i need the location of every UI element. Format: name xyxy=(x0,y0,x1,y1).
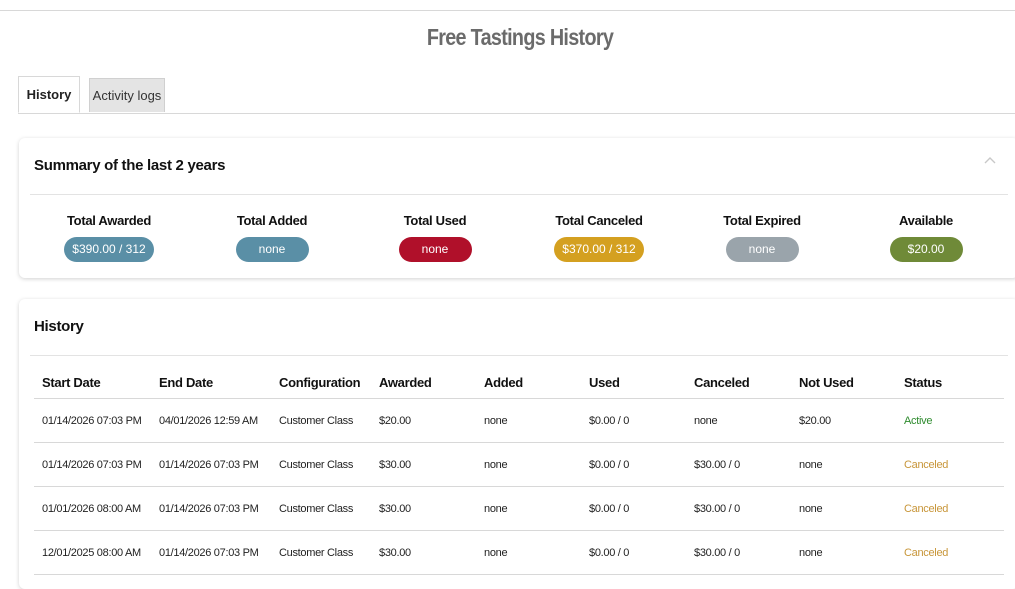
status-badge: Canceled xyxy=(896,442,1004,487)
cell-awarded: $30.00 xyxy=(371,530,476,575)
summary-title: Summary of the last 2 years xyxy=(34,157,226,174)
stat-badge: $20.00 xyxy=(889,237,963,262)
status-badge: Canceled xyxy=(896,486,1004,531)
stat-label: Total Used xyxy=(403,213,467,228)
summary-divider xyxy=(30,194,1008,195)
stat-total-used: Total Used none xyxy=(370,213,500,262)
cell-used: $0.00 / 0 xyxy=(581,530,686,575)
cell-not-used: none xyxy=(791,442,896,487)
stat-label: Total Expired xyxy=(723,213,801,228)
table-row: 01/14/2026 07:03 PM 01/14/2026 07:03 PM … xyxy=(34,442,1004,487)
cell-canceled: $30.00 / 0 xyxy=(686,442,791,487)
history-card: History Start Date End Date Configuratio… xyxy=(19,299,1015,589)
cell-used: $0.00 / 0 xyxy=(581,442,686,487)
stat-badge: none xyxy=(398,237,472,262)
col-configuration[interactable]: Configuration xyxy=(271,367,371,399)
cell-awarded: $20.00 xyxy=(371,398,476,443)
cell-start-date: 01/01/2026 08:00 AM xyxy=(34,486,151,531)
top-divider xyxy=(0,10,1015,11)
cell-canceled: $30.00 / 0 xyxy=(686,486,791,531)
stat-label: Total Awarded xyxy=(67,213,151,228)
col-start-date[interactable]: Start Date xyxy=(34,367,151,399)
stat-total-added: Total Added none xyxy=(207,213,337,262)
cell-canceled: none xyxy=(686,398,791,443)
cell-awarded: $30.00 xyxy=(371,442,476,487)
history-divider xyxy=(30,355,1008,356)
stat-total-awarded: Total Awarded $390.00 / 312 xyxy=(44,213,174,262)
chevron-up-icon[interactable] xyxy=(983,154,997,168)
history-title: History xyxy=(34,318,84,335)
col-status[interactable]: Status xyxy=(896,367,1004,399)
cell-added: none xyxy=(476,486,581,531)
stat-label: Total Added xyxy=(236,213,308,228)
page-title: Free Tastings History xyxy=(426,24,614,50)
tab-activity-logs[interactable]: Activity logs xyxy=(89,78,165,112)
cell-used: $0.00 / 0 xyxy=(581,486,686,531)
cell-configuration: Customer Class xyxy=(271,486,371,531)
table-row: 12/01/2025 08:00 AM 01/14/2026 07:03 PM … xyxy=(34,530,1004,575)
cell-end-date: 01/14/2026 07:03 PM xyxy=(151,486,271,531)
cell-not-used: none xyxy=(791,486,896,531)
col-canceled[interactable]: Canceled xyxy=(686,367,791,399)
cell-configuration: Customer Class xyxy=(271,530,371,575)
stat-badge: none xyxy=(725,237,799,262)
tab-bar: History Activity logs xyxy=(18,76,1015,114)
table-row: 01/14/2026 07:03 PM 04/01/2026 12:59 AM … xyxy=(34,398,1004,443)
stat-badge: none xyxy=(235,237,309,262)
cell-start-date: 12/01/2025 08:00 AM xyxy=(34,530,151,575)
col-awarded[interactable]: Awarded xyxy=(371,367,476,399)
col-end-date[interactable]: End Date xyxy=(151,367,271,399)
cell-not-used: none xyxy=(791,530,896,575)
cell-end-date: 01/14/2026 07:03 PM xyxy=(151,530,271,575)
cell-configuration: Customer Class xyxy=(271,442,371,487)
stat-total-expired: Total Expired none xyxy=(697,213,827,262)
cell-added: none xyxy=(476,442,581,487)
cell-canceled: $30.00 / 0 xyxy=(686,530,791,575)
cell-configuration: Customer Class xyxy=(271,398,371,443)
table-header-row: Start Date End Date Configuration Awarde… xyxy=(34,367,1004,399)
cell-start-date: 01/14/2026 07:03 PM xyxy=(34,442,151,487)
stat-total-canceled: Total Canceled $370.00 / 312 xyxy=(534,213,664,262)
cell-used: $0.00 / 0 xyxy=(581,398,686,443)
cell-awarded: $30.00 xyxy=(371,486,476,531)
stat-label: Available xyxy=(899,213,953,228)
cell-end-date: 04/01/2026 12:59 AM xyxy=(151,398,271,443)
history-table: Start Date End Date Configuration Awarde… xyxy=(34,367,1004,575)
stat-badge: $390.00 / 312 xyxy=(64,237,154,262)
stat-available: Available $20.00 xyxy=(861,213,991,262)
status-badge: Canceled xyxy=(896,530,1004,575)
table-row: 01/01/2026 08:00 AM 01/14/2026 07:03 PM … xyxy=(34,486,1004,531)
cell-added: none xyxy=(476,530,581,575)
cell-start-date: 01/14/2026 07:03 PM xyxy=(34,398,151,443)
cell-end-date: 01/14/2026 07:03 PM xyxy=(151,442,271,487)
col-used[interactable]: Used xyxy=(581,367,686,399)
stat-badge: $370.00 / 312 xyxy=(554,237,644,262)
summary-card: Summary of the last 2 years Total Awarde… xyxy=(19,138,1015,278)
stat-label: Total Canceled xyxy=(555,213,643,228)
col-added[interactable]: Added xyxy=(476,367,581,399)
tab-history[interactable]: History xyxy=(18,76,80,113)
col-not-used[interactable]: Not Used xyxy=(791,367,896,399)
status-badge: Active xyxy=(896,398,1004,443)
cell-not-used: $20.00 xyxy=(791,398,896,443)
cell-added: none xyxy=(476,398,581,443)
